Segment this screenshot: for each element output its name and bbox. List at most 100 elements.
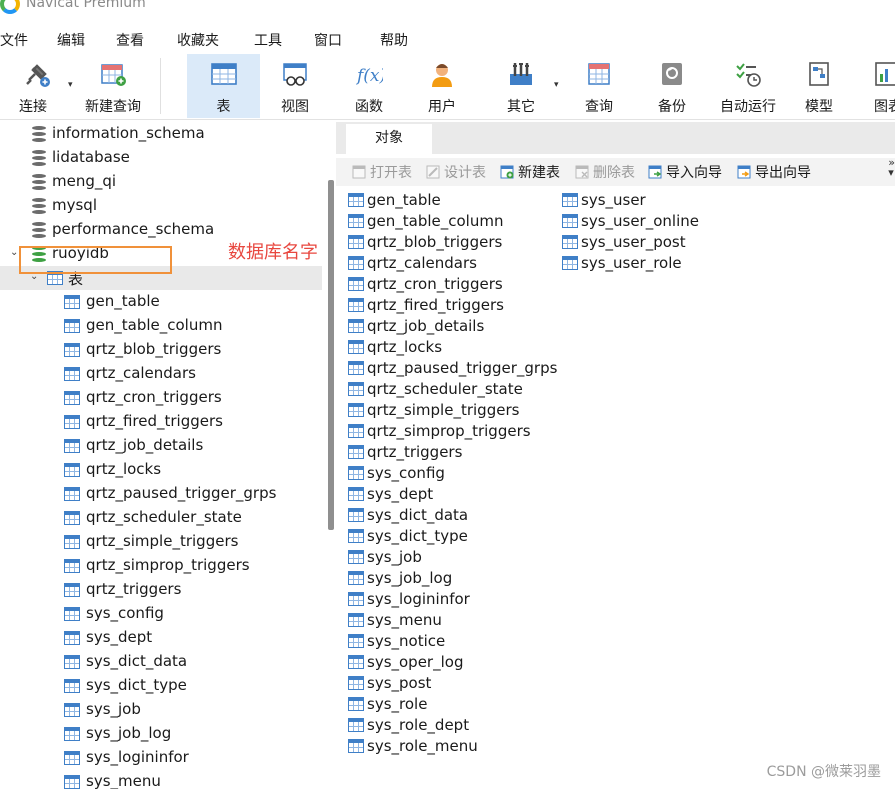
title-bar: Navicat Premium bbox=[0, 0, 895, 20]
toolbar-overflow-icon[interactable]: » ▾ bbox=[888, 157, 895, 178]
open-table-label: 打开表 bbox=[370, 165, 412, 181]
tree-table-item[interactable]: qrtz_fired_triggers bbox=[0, 410, 322, 434]
menu-file[interactable]: 文件 bbox=[0, 30, 28, 50]
object-table-label: sys_job_log bbox=[367, 569, 453, 587]
tree-db-mysql[interactable]: mysql bbox=[0, 194, 322, 218]
design-table-icon bbox=[426, 165, 440, 179]
object-table-label: sys_oper_log bbox=[367, 653, 464, 671]
menu-favorites[interactable]: 收藏夹 bbox=[177, 30, 219, 50]
tree-table-item[interactable]: qrtz_calendars bbox=[0, 362, 322, 386]
menu-help[interactable]: 帮助 bbox=[380, 30, 408, 50]
tree-db-information-schema[interactable]: information_schema bbox=[0, 122, 322, 146]
model-button[interactable]: 模型 bbox=[786, 54, 852, 118]
tree-table-item[interactable]: sys_logininfor bbox=[0, 746, 322, 770]
tab-objects[interactable]: 对象 bbox=[346, 124, 432, 154]
export-icon bbox=[737, 165, 751, 179]
menu-edit[interactable]: 编辑 bbox=[57, 30, 85, 50]
query-button[interactable]: 查询 bbox=[566, 54, 632, 118]
menu-view[interactable]: 查看 bbox=[116, 30, 144, 50]
tree-table-label: qrtz_paused_trigger_grps bbox=[86, 484, 277, 502]
table-icon bbox=[64, 487, 80, 501]
tree-table-item[interactable]: qrtz_scheduler_state bbox=[0, 506, 322, 530]
tree-table-item[interactable]: sys_config bbox=[0, 602, 322, 626]
user-button[interactable]: 用户 bbox=[409, 54, 475, 118]
menu-window[interactable]: 窗口 bbox=[314, 30, 342, 50]
toolbar-separator bbox=[160, 58, 161, 114]
tree-db-label: performance_schema bbox=[52, 220, 215, 238]
object-table-label: sys_dict_type bbox=[367, 527, 468, 545]
query-label: 查询 bbox=[585, 99, 613, 115]
tree-table-item[interactable]: qrtz_simple_triggers bbox=[0, 530, 322, 554]
backup-button[interactable]: 备份 bbox=[639, 54, 705, 118]
table-icon bbox=[348, 193, 364, 207]
plug-icon bbox=[26, 64, 50, 87]
connect-button[interactable]: ▾ 连接 bbox=[4, 54, 73, 118]
view-label: 视图 bbox=[281, 99, 309, 115]
tree-table-item[interactable]: gen_table bbox=[0, 290, 322, 314]
tree-table-item[interactable]: qrtz_blob_triggers bbox=[0, 338, 322, 362]
table-icon bbox=[64, 583, 80, 597]
svg-text:f(x): f(x) bbox=[355, 66, 383, 86]
chart-button[interactable]: 图表 bbox=[860, 54, 895, 118]
view-button[interactable]: 视图 bbox=[262, 54, 328, 118]
menu-tools[interactable]: 工具 bbox=[254, 30, 282, 50]
function-button[interactable]: f(x) 函数 bbox=[336, 54, 402, 118]
tree-table-item[interactable]: qrtz_cron_triggers bbox=[0, 386, 322, 410]
tree-table-item[interactable]: qrtz_locks bbox=[0, 458, 322, 482]
tree-table-item[interactable]: gen_table_column bbox=[0, 314, 322, 338]
table-icon bbox=[348, 382, 364, 396]
expand-chevron-icon[interactable]: ⌄ bbox=[10, 247, 18, 258]
navicat-logo-icon bbox=[0, 0, 20, 14]
object-table-label: sys_job bbox=[367, 548, 422, 566]
object-table-label: qrtz_triggers bbox=[367, 443, 463, 461]
object-table-label: sys_user_role bbox=[581, 254, 682, 272]
tree-db-meng-qi[interactable]: meng_qi bbox=[0, 170, 322, 194]
table-icon bbox=[348, 445, 364, 459]
tree-table-item[interactable]: qrtz_job_details bbox=[0, 434, 322, 458]
table-icon bbox=[348, 508, 364, 522]
object-table-label: sys_config bbox=[367, 464, 445, 482]
object-table-label: qrtz_locks bbox=[367, 338, 443, 356]
tree-table-label: sys_dict_type bbox=[86, 676, 187, 694]
connect-dropdown-icon[interactable]: ▾ bbox=[68, 80, 73, 90]
tree-table-item[interactable]: sys_dict_data bbox=[0, 650, 322, 674]
tree-table-label: gen_table bbox=[86, 292, 160, 310]
object-table-label: gen_table bbox=[367, 191, 441, 209]
new-query-button[interactable]: 新建查询 bbox=[80, 54, 146, 118]
tree-table-item[interactable]: qrtz_simprop_triggers bbox=[0, 554, 322, 578]
watermark: CSDN @微莱羽墨 bbox=[766, 764, 881, 780]
tree-table-item[interactable]: sys_job_log bbox=[0, 722, 322, 746]
table-icon bbox=[64, 751, 80, 765]
tree-table-item[interactable]: qrtz_triggers bbox=[0, 578, 322, 602]
table-icon bbox=[64, 775, 80, 789]
object-table-label: qrtz_cron_triggers bbox=[367, 275, 503, 293]
tree-table-item[interactable]: sys_dict_type bbox=[0, 674, 322, 698]
table-icon bbox=[64, 607, 80, 621]
table-icon bbox=[348, 298, 364, 312]
auto-run-button[interactable]: 自动运行 bbox=[710, 54, 786, 118]
other-dropdown-icon[interactable]: ▾ bbox=[554, 80, 559, 90]
other-button[interactable]: ▾ 其它 bbox=[486, 54, 559, 118]
database-icon bbox=[32, 126, 46, 142]
tree-db-lidatabase[interactable]: lidatabase bbox=[0, 146, 322, 170]
tree-table-item[interactable]: sys_job bbox=[0, 698, 322, 722]
object-tab-bar: 对象 bbox=[336, 122, 895, 154]
tree-table-label: gen_table_column bbox=[86, 316, 223, 334]
tree-table-label: qrtz_triggers bbox=[86, 580, 182, 598]
database-icon bbox=[32, 222, 46, 238]
tree-table-item[interactable]: sys_menu bbox=[0, 770, 322, 789]
tree-scrollbar[interactable] bbox=[328, 180, 334, 530]
annotation-highlight-box bbox=[19, 246, 172, 274]
tree-db-label: mysql bbox=[52, 196, 97, 214]
tree-table-label: qrtz_blob_triggers bbox=[86, 340, 222, 358]
object-table-label: qrtz_fired_triggers bbox=[367, 296, 504, 314]
function-icon: f(x) bbox=[355, 66, 383, 86]
model-label: 模型 bbox=[805, 99, 833, 115]
tree-table-label: qrtz_job_details bbox=[86, 436, 204, 454]
table-icon bbox=[348, 655, 364, 669]
table-button[interactable]: 表 bbox=[187, 54, 260, 118]
tree-table-item[interactable]: sys_dept bbox=[0, 626, 322, 650]
import-wizard-label: 导入向导 bbox=[666, 165, 722, 181]
tree-table-item[interactable]: qrtz_paused_trigger_grps bbox=[0, 482, 322, 506]
table-icon bbox=[64, 319, 80, 333]
